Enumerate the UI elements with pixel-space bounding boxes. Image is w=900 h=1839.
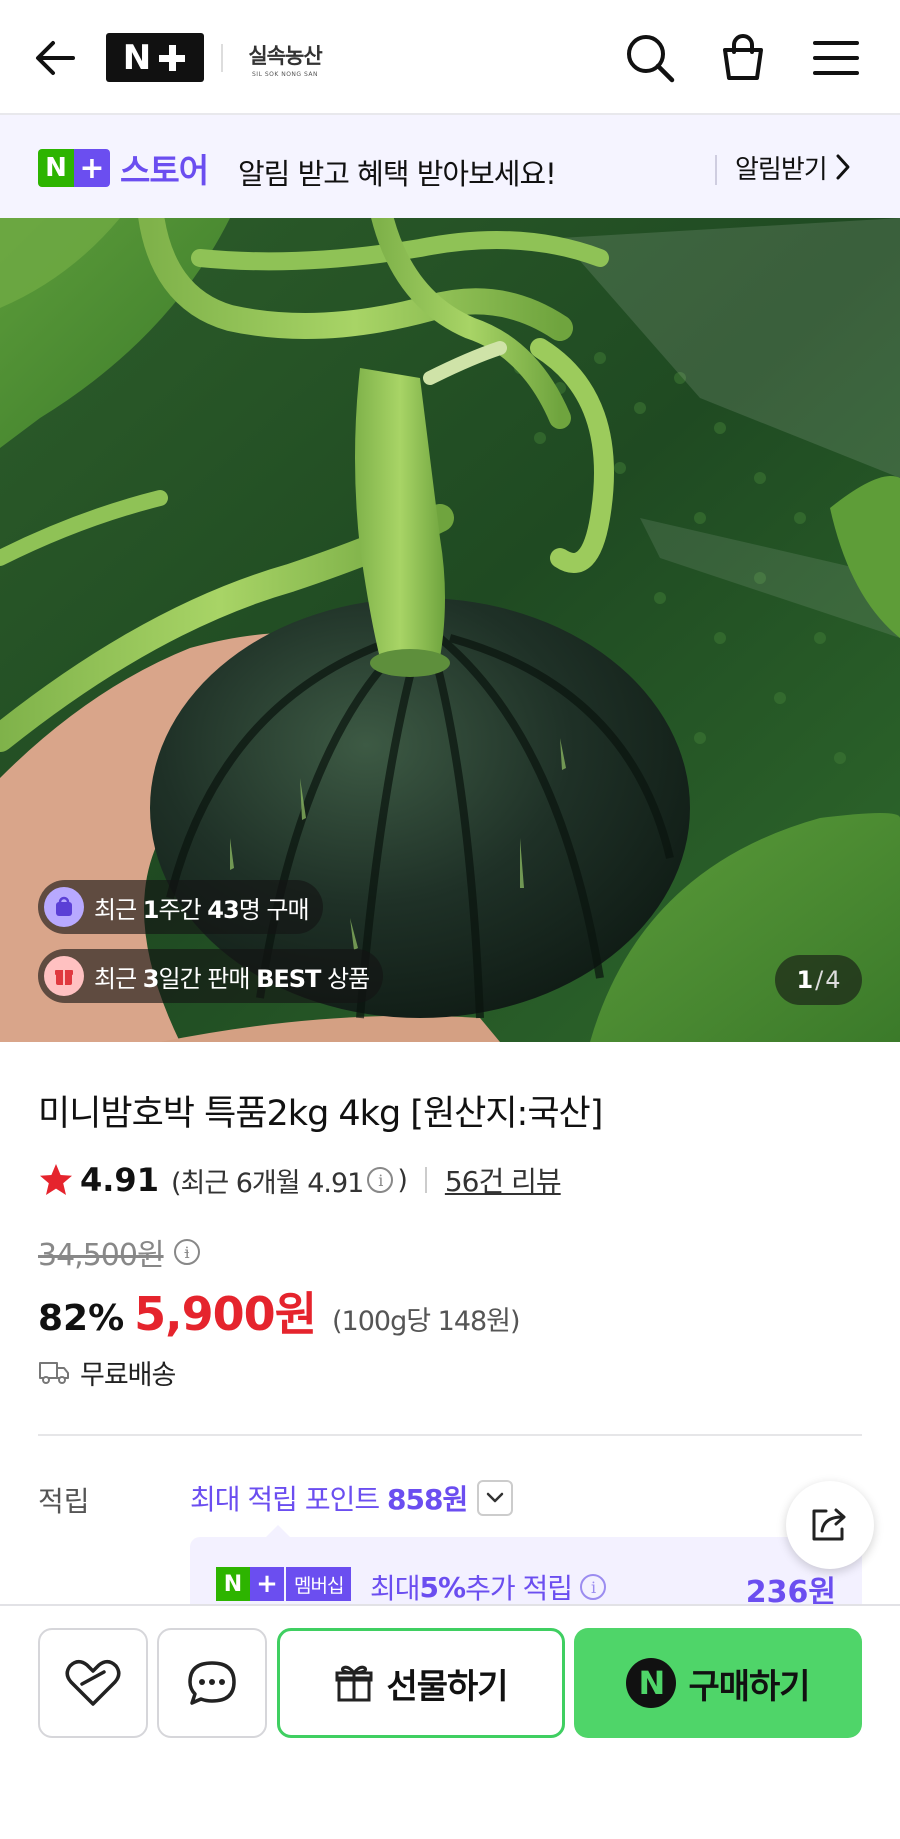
chevron-right-icon <box>836 154 850 180</box>
best-seller-text: 최근 3일간 판매 BEST 상품 <box>94 964 370 993</box>
points-summary[interactable]: 최대 적립 포인트 858원 <box>190 1476 514 1520</box>
shipping-text: 무료배송 <box>80 1359 176 1391</box>
share-button[interactable] <box>786 1481 874 1569</box>
shop-logo[interactable]: 실속농산 SIL SOK NONG SAN <box>240 40 330 78</box>
recent-purchases-text: 최근 1주간 43명 구매 <box>94 895 310 924</box>
heart-icon <box>65 1660 121 1706</box>
notification-subscribe-label: 알림받기 <box>735 154 828 185</box>
menu-icon <box>813 41 859 75</box>
image-pager: 1 / 4 <box>775 955 862 1005</box>
store-logo-n: N <box>38 149 74 187</box>
pager-total: 4 <box>825 966 841 994</box>
gift-label: 선물하기 <box>386 1666 508 1707</box>
chevron-down-icon <box>487 1492 504 1503</box>
product-title: 미니밤호박 특품2kg 4kg [원산지:국산] <box>38 1094 603 1134</box>
points-expand-button[interactable] <box>477 1480 514 1516</box>
buy-button[interactable]: N 구매하기 <box>574 1628 862 1738</box>
best-seller-badge: 최근 3일간 판매 BEST 상품 <box>38 949 384 1003</box>
bottom-action-bar: 선물하기 N 구매하기 <box>0 1604 900 1839</box>
membership-tag: 멤버십 <box>284 1567 352 1601</box>
naver-plus-logo[interactable]: N <box>106 33 204 82</box>
membership-logo-plus: + <box>250 1567 284 1601</box>
points-label: 적립 <box>38 1485 90 1518</box>
rating-divider <box>424 1167 427 1193</box>
info-icon[interactable]: i <box>367 1167 394 1193</box>
gift-badge-icon <box>44 956 84 996</box>
search-icon <box>627 35 675 83</box>
notification-subscribe-button[interactable]: 알림받기 <box>735 147 851 187</box>
back-button[interactable] <box>30 30 80 86</box>
discount-rate: 82% <box>38 1298 125 1339</box>
logo-divider <box>221 44 223 72</box>
unit-price: (100g당 148원) <box>332 1306 521 1337</box>
original-price: 34,500원 i <box>38 1230 204 1274</box>
top-header: N 실속농산 SIL SOK NONG SAN <box>0 0 900 115</box>
membership-text: 최대 5% 추가 적립 i <box>370 1567 610 1607</box>
delivery-truck-icon <box>39 1362 69 1384</box>
membership-logo-n: N <box>216 1567 250 1601</box>
membership-info-icon[interactable]: i <box>580 1574 607 1600</box>
menu-button[interactable] <box>806 28 866 88</box>
arrow-left-icon <box>36 41 75 75</box>
sale-price-unit: 원 <box>274 1287 317 1341</box>
chat-button[interactable] <box>157 1628 267 1738</box>
section-divider <box>38 1434 862 1436</box>
sale-price: 5,900원 <box>134 1278 317 1344</box>
star-icon <box>40 1164 72 1195</box>
recent-purchases-badge: 최근 1주간 43명 구매 <box>38 880 323 934</box>
points-text: 최대 적립 포인트 858원 <box>190 1483 468 1516</box>
banner-divider <box>715 155 717 185</box>
notification-banner[interactable]: N + 스토어 알림 받고 혜택 받아보세요! 알림받기 <box>0 115 900 218</box>
membership-logo: N + 멤버십 <box>216 1567 352 1601</box>
shipping-info: 무료배송 <box>38 1352 176 1392</box>
review-link[interactable]: 56건 리뷰 <box>445 1160 562 1200</box>
chat-bubble-icon <box>188 1661 236 1705</box>
naver-store-logo: N + 스토어 <box>38 149 209 190</box>
recent-rating-text: (최근 6개월 4.91 <box>170 1167 364 1199</box>
recent-rating-close: ) <box>397 1164 408 1196</box>
share-icon <box>812 1508 846 1541</box>
naver-pay-icon: N <box>626 1658 677 1708</box>
pager-current: 1 <box>796 966 814 994</box>
original-price-value: 34,500원 <box>38 1238 165 1273</box>
price-info-icon[interactable]: i <box>173 1239 200 1265</box>
wishlist-button[interactable] <box>38 1628 148 1738</box>
search-button[interactable] <box>620 28 680 88</box>
shop-name: 실속농산 <box>248 44 322 68</box>
membership-points-box: N + 멤버십 최대 5% 추가 적립 i 236원 <box>190 1525 862 1610</box>
shopping-bag-badge-icon <box>44 887 84 927</box>
gift-button[interactable]: 선물하기 <box>277 1628 565 1738</box>
gift-icon <box>335 1665 373 1702</box>
recent-rating: (최근 6개월 4.91 i ) <box>170 1161 408 1200</box>
store-logo-word: 스토어 <box>120 151 209 190</box>
shop-name-sub: SIL SOK NONG SAN <box>252 71 318 78</box>
banner-message: 알림 받고 혜택 받아보세요! <box>238 157 557 191</box>
buy-label: 구매하기 <box>688 1666 810 1707</box>
cart-button[interactable] <box>713 28 773 88</box>
rating-value: 4.91 <box>80 1161 159 1199</box>
rating-row: 4.91 (최근 6개월 4.91 i ) 56건 리뷰 <box>38 1160 562 1200</box>
pager-separator: / <box>815 966 824 994</box>
sale-price-number: 5,900 <box>134 1287 276 1341</box>
price-row: 82% 5,900원 (100g당 148원) <box>38 1278 521 1341</box>
product-image-carousel[interactable]: 최근 1주간 43명 구매 최근 3일간 판매 BEST 상품 1 / 4 <box>0 218 900 1042</box>
shopping-bag-icon <box>723 34 763 80</box>
store-logo-plus: + <box>74 149 110 187</box>
